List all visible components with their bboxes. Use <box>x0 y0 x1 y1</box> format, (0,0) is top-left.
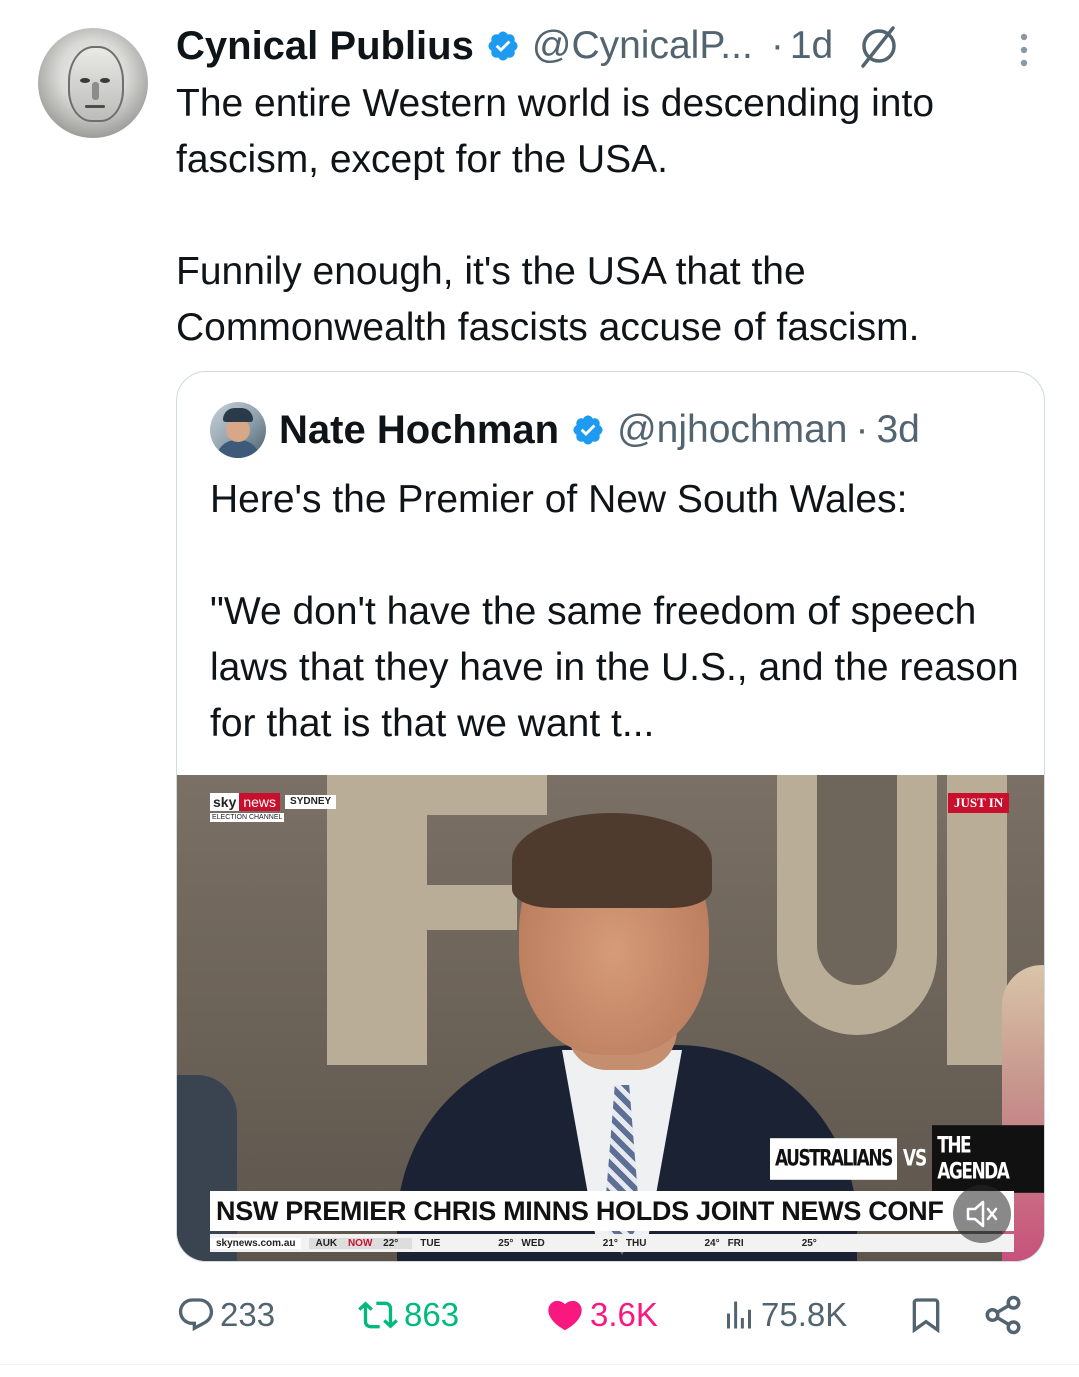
video-player[interactable]: sky news SYDNEY ELECTION CHANNEL JUST IN… <box>177 775 1044 1261</box>
bookmark-icon[interactable] <box>906 1294 946 1336</box>
news-ticker: skynews.com.au AUK NOW 22° TUE 25° WED 2… <box>210 1234 1014 1252</box>
separator-dot: · <box>855 408 869 451</box>
quote-time[interactable]: 3d <box>876 408 919 452</box>
sky-news-logo: sky news SYDNEY <box>210 793 337 811</box>
reply-icon <box>178 1298 214 1332</box>
bust-face <box>68 46 124 122</box>
views-icon <box>727 1301 751 1329</box>
like-button[interactable]: 3.6K <box>544 1290 658 1340</box>
segment-banner: AUSTRALIANS VS THE AGENDA <box>770 1125 1044 1193</box>
quote-author-name[interactable]: Nate Hochman <box>279 408 559 453</box>
sub-channel-label: ELECTION CHANNEL <box>210 813 285 822</box>
views-button[interactable]: 75.8K <box>721 1290 847 1340</box>
like-icon <box>548 1300 582 1331</box>
reply-count: 233 <box>220 1296 276 1333</box>
quote-author-avatar[interactable] <box>210 402 266 458</box>
tweet-paragraph-1: The entire Western world is descending i… <box>176 82 935 181</box>
eye-left <box>80 78 90 83</box>
view-count: 75.8K <box>761 1296 848 1333</box>
eye-right <box>100 78 110 83</box>
quote-text: Here's the Premier of New South Wales: "… <box>210 472 1025 752</box>
tweet-header: Cynical Publius @CynicalP... · 1d <box>176 20 903 72</box>
more-icon[interactable] <box>1012 28 1036 72</box>
reply-button[interactable]: 233 <box>176 1290 275 1340</box>
divider <box>0 1364 1079 1365</box>
share-icon[interactable] <box>982 1294 1024 1336</box>
quote-author-handle[interactable]: @njhochman <box>617 408 847 452</box>
nose <box>92 82 99 100</box>
like-count: 3.6K <box>590 1296 658 1333</box>
tweet-text: The entire Western world is descending i… <box>176 76 1046 356</box>
news-headline: NSW PREMIER CHRIS MINNS HOLDS JOINT NEWS… <box>210 1191 1014 1231</box>
tweet-paragraph-2: Funnily enough, it's the USA that the Co… <box>176 250 920 349</box>
retweet-count: 863 <box>404 1296 460 1333</box>
verified-badge-icon <box>573 415 603 445</box>
tweet-time[interactable]: 1d <box>790 24 833 68</box>
grok-icon[interactable] <box>855 22 903 70</box>
location-label: SYDNEY <box>285 795 337 809</box>
mute-button[interactable] <box>953 1185 1011 1243</box>
mute-icon <box>966 1200 998 1228</box>
just-in-badge: JUST IN <box>948 793 1010 813</box>
action-bar: 233 863 3.6K 75.8K <box>176 1290 1046 1340</box>
separator-dot: · <box>770 24 784 67</box>
verified-badge-icon <box>488 31 518 61</box>
author-handle[interactable]: @CynicalP... <box>532 24 753 68</box>
mouth <box>85 105 105 108</box>
quote-paragraph-1: Here's the Premier of New South Wales: <box>210 478 908 521</box>
quote-paragraph-2: "We don't have the same freedom of speec… <box>210 590 1019 745</box>
author-name[interactable]: Cynical Publius <box>176 24 474 69</box>
retweet-button[interactable]: 863 <box>356 1290 459 1340</box>
retweet-icon <box>358 1301 398 1329</box>
author-avatar[interactable] <box>38 28 148 138</box>
quote-header: Nate Hochman @njhochman · 3d <box>279 400 920 460</box>
quoted-tweet[interactable]: Nate Hochman @njhochman · 3d Here's the … <box>176 371 1045 1262</box>
